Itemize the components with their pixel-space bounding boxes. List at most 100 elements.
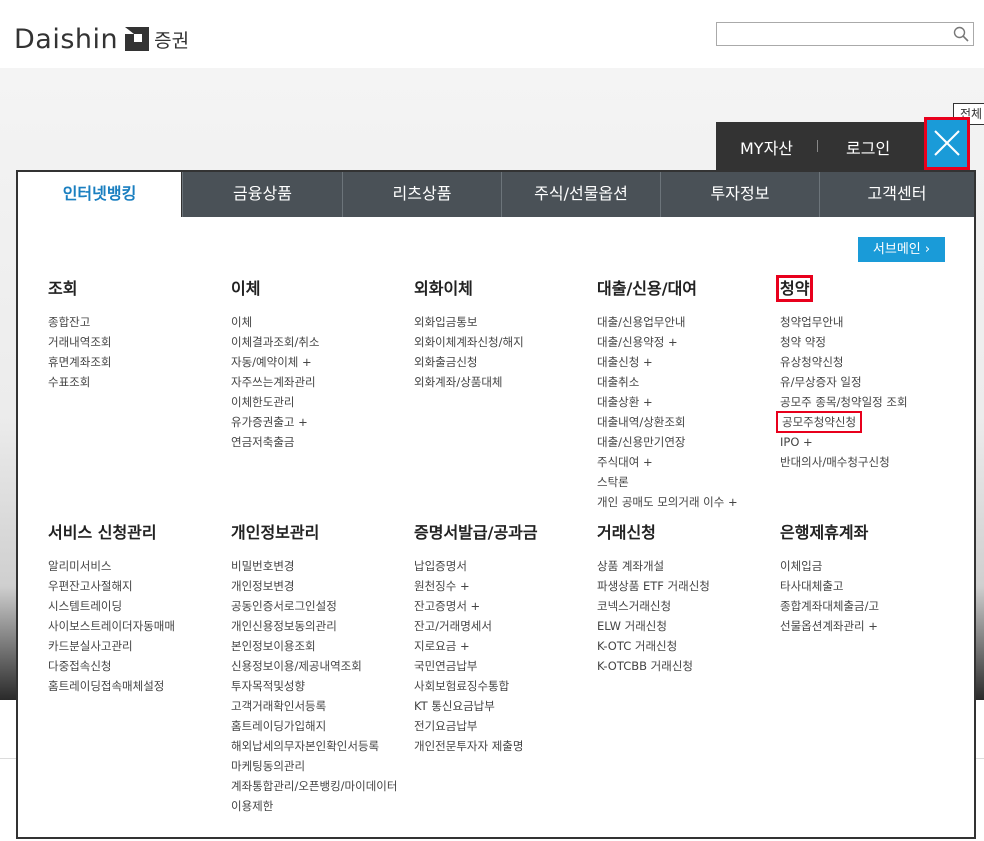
site-header: Daishin 증권 [0, 0, 984, 68]
menu-item[interactable]: 해외납세의무자본인확인서등록 [231, 736, 414, 756]
close-menu-button[interactable] [924, 117, 970, 170]
section-title[interactable]: 조회 [48, 278, 231, 300]
menu-item[interactable]: 반대의사/매수청구신청 [780, 452, 963, 472]
menu-item[interactable]: 자주쓰는계좌관리 [231, 372, 414, 392]
menu-item[interactable]: 스탁론 [597, 472, 780, 492]
menu-item[interactable]: 지로요금 + [414, 636, 597, 656]
menu-item[interactable]: 알리미서비스 [48, 556, 231, 576]
menu-item[interactable]: 청약업무안내 [780, 312, 963, 332]
menu-item[interactable]: 이체입금 [780, 556, 963, 576]
search-box[interactable] [716, 22, 974, 46]
menu-item[interactable]: 시스템트레이딩 [48, 596, 231, 616]
menu-item[interactable]: 잔고/거래명세서 [414, 616, 597, 636]
menu-item[interactable]: 대출내역/상환조회 [597, 412, 780, 432]
menu-item[interactable]: 계좌통합관리/오픈뱅킹/마이데이터 [231, 776, 414, 796]
tab-investment-info[interactable]: 투자정보 [660, 172, 819, 217]
menu-item[interactable]: 유/무상증자 일정 [780, 372, 963, 392]
logo-mark-icon [125, 27, 150, 51]
menu-item[interactable]: 수표조회 [48, 372, 231, 392]
menu-item[interactable]: 대출/신용약정 + [597, 332, 780, 352]
menu-item[interactable]: 비밀번호변경 [231, 556, 414, 576]
tab-stocks-futures[interactable]: 주식/선물옵션 [501, 172, 660, 217]
section-title[interactable]: 개인정보관리 [231, 522, 414, 544]
menu-item[interactable]: 카드분실사고관리 [48, 636, 231, 656]
menu-item[interactable]: 외화이체계좌신청/해지 [414, 332, 597, 352]
section-title[interactable]: 서비스 신청관리 [48, 522, 231, 544]
menu-item[interactable]: 홈트레이딩접속매체설정 [48, 676, 231, 696]
login-link[interactable]: 로그인 [846, 135, 890, 159]
menu-item[interactable]: 자동/예약이체 + [231, 352, 414, 372]
menu-item[interactable]: 파생상품 ETF 거래신청 [597, 576, 780, 596]
menu-item[interactable]: 개인정보변경 [231, 576, 414, 596]
menu-item[interactable]: 외화입금통보 [414, 312, 597, 332]
section-title[interactable]: 은행제휴계좌 [780, 522, 963, 544]
tab-reits-products[interactable]: 리츠상품 [342, 172, 501, 217]
menu-item[interactable]: K-OTC 거래신청 [597, 636, 780, 656]
menu-item[interactable]: 개인신용정보동의관리 [231, 616, 414, 636]
menu-item[interactable]: 납입증명서 [414, 556, 597, 576]
menu-item[interactable]: 대출상환 + [597, 392, 780, 412]
menu-item[interactable]: 다중접속신청 [48, 656, 231, 676]
section-title[interactable]: 청약 [775, 275, 963, 302]
menu-item[interactable]: 종합계좌대체출금/고 [780, 596, 963, 616]
menu-item[interactable]: 개인전문투자자 제출명 [414, 736, 597, 756]
menu-item[interactable]: 외화출금신청 [414, 352, 597, 372]
menu-item[interactable]: 투자목적및성향 [231, 676, 414, 696]
menu-item[interactable]: 이체 [231, 312, 414, 332]
menu-item[interactable]: 본인정보이용조회 [231, 636, 414, 656]
tab-financial-products[interactable]: 금융상품 [182, 172, 342, 217]
menu-item[interactable]: 고객거래확인서등록 [231, 696, 414, 716]
menu-item[interactable]: 종합잔고 [48, 312, 231, 332]
menu-item[interactable]: 휴면계좌조회 [48, 352, 231, 372]
menu-item[interactable]: 원천징수 + [414, 576, 597, 596]
menu-item[interactable]: 우편잔고사절해지 [48, 576, 231, 596]
menu-item[interactable]: 전기요금납부 [414, 716, 597, 736]
daishin-logo[interactable]: Daishin 증권 [14, 24, 189, 55]
menu-item[interactable]: 상품 계좌개설 [597, 556, 780, 576]
menu-item[interactable]: 잔고증명서 + [414, 596, 597, 616]
menu-item[interactable]: 홈트레이딩가입해지 [231, 716, 414, 736]
menu-item[interactable]: 공동인증서로그인설정 [231, 596, 414, 616]
search-icon[interactable] [953, 26, 969, 42]
section-items: 청약업무안내 청약 약정 유상청약신청 유/무상증자 일정 공모주 종목/청약일… [775, 312, 963, 472]
menu-item[interactable]: 거래내역조회 [48, 332, 231, 352]
menu-item[interactable]: 사이보스트레이더자동매매 [48, 616, 231, 636]
section-title[interactable]: 이체 [231, 278, 414, 300]
menu-item[interactable]: 외화계좌/상품대체 [414, 372, 597, 392]
menu-item[interactable]: 공모주 종목/청약일정 조회 [780, 392, 963, 412]
tab-customer-center[interactable]: 고객센터 [819, 172, 974, 217]
section-title[interactable]: 증명서발급/공과금 [414, 522, 597, 544]
menu-item[interactable]: 청약 약정 [780, 332, 963, 352]
tab-internet-banking[interactable]: 인터넷뱅킹 [18, 172, 182, 217]
menu-item[interactable]: 이체결과조회/취소 [231, 332, 414, 352]
menu-item[interactable]: 타사대체출고 [780, 576, 963, 596]
menu-item[interactable]: 코넥스거래신청 [597, 596, 780, 616]
menu-item[interactable]: 대출취소 [597, 372, 780, 392]
section-title[interactable]: 거래신청 [597, 522, 780, 544]
menu-item[interactable]: KT 통신요금납부 [414, 696, 597, 716]
menu-item[interactable]: 대출/신용만기연장 [597, 432, 780, 452]
menu-item[interactable]: 유가증권출고 + [231, 412, 414, 432]
ipo-subscription-item[interactable]: 공모주청약신청 [775, 411, 963, 433]
menu-item[interactable]: 신용정보이용/제공내역조회 [231, 656, 414, 676]
menu-item[interactable]: IPO + [780, 432, 963, 452]
menu-item[interactable]: 사회보험료징수통합 [414, 676, 597, 696]
sub-main-button[interactable]: 서브메인 › [858, 237, 945, 262]
menu-item[interactable]: 주식대여 + [597, 452, 780, 472]
section-title[interactable]: 외화이체 [414, 278, 597, 300]
menu-item[interactable]: 개인 공매도 모의거래 이수 + [597, 492, 780, 512]
menu-item[interactable]: 이체한도관리 [231, 392, 414, 412]
menu-item[interactable]: 국민연금납부 [414, 656, 597, 676]
menu-item[interactable]: 선물옵션계좌관리 + [780, 616, 963, 636]
menu-item[interactable]: 유상청약신청 [780, 352, 963, 372]
section-title[interactable]: 대출/신용/대여 [597, 278, 780, 300]
menu-item[interactable]: ELW 거래신청 [597, 616, 780, 636]
menu-item[interactable]: 대출/신용업무안내 [597, 312, 780, 332]
search-input[interactable] [721, 24, 955, 46]
menu-item[interactable]: 마케팅동의관리 [231, 756, 414, 776]
menu-item[interactable]: K-OTCBB 거래신청 [597, 656, 780, 676]
menu-item[interactable]: 연금저축출금 [231, 432, 414, 452]
menu-item[interactable]: 대출신청 + [597, 352, 780, 372]
menu-item[interactable]: 이용제한 [231, 796, 414, 816]
my-assets-link[interactable]: MY자산 [740, 135, 793, 159]
